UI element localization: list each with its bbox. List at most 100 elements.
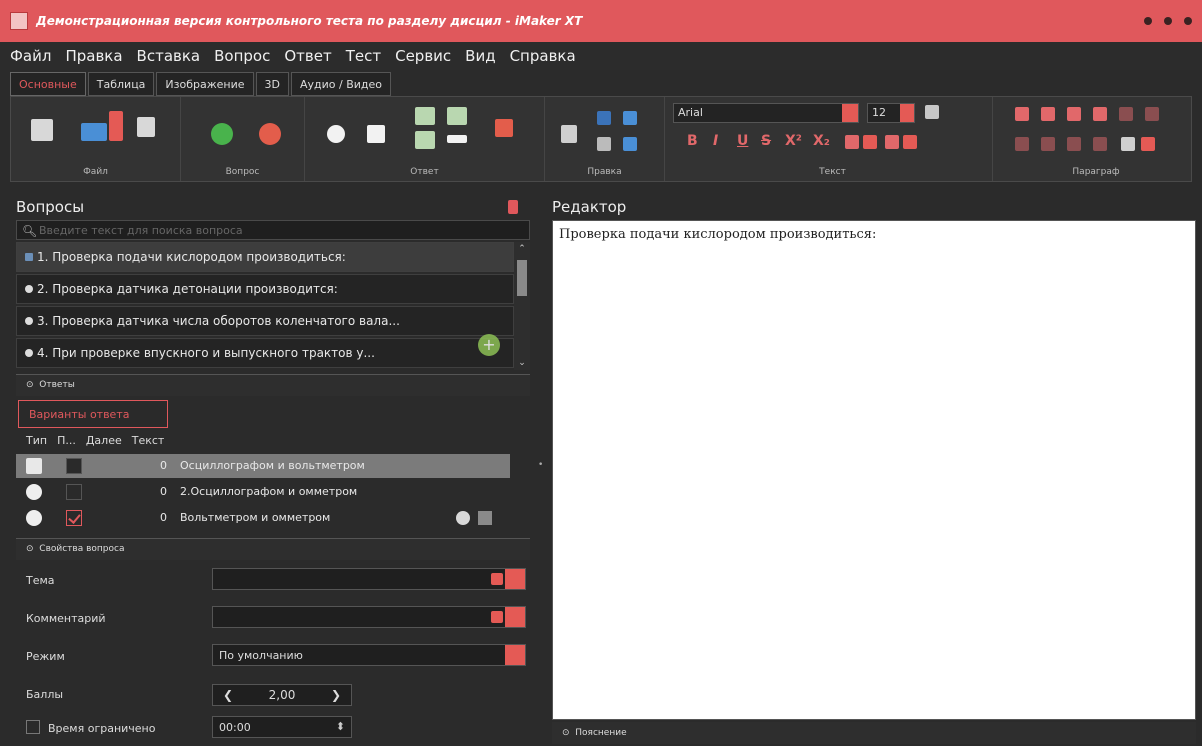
bulleted-list-icon[interactable] bbox=[1067, 107, 1081, 121]
chevron-down-icon[interactable] bbox=[505, 569, 525, 589]
answer-option-icon[interactable] bbox=[456, 511, 470, 525]
add-question-icon[interactable] bbox=[211, 123, 233, 145]
comment-field[interactable] bbox=[212, 606, 526, 628]
open-dropdown-icon[interactable] bbox=[109, 111, 123, 141]
clear-format-icon[interactable] bbox=[925, 105, 939, 119]
undo-icon[interactable] bbox=[623, 111, 637, 125]
delete-answer-icon[interactable] bbox=[495, 119, 513, 137]
question-item[interactable]: 4. При проверке впускного и выпускного т… bbox=[16, 338, 514, 368]
mode-select[interactable]: По умолчанию bbox=[212, 644, 526, 666]
tab-answer-options[interactable]: Варианты ответа bbox=[18, 400, 168, 428]
clear-icon[interactable] bbox=[491, 573, 503, 585]
tab-image[interactable]: Изображение bbox=[156, 72, 254, 96]
text-color-icon[interactable] bbox=[845, 135, 859, 149]
menu-edit[interactable]: Правка bbox=[65, 47, 122, 65]
editor-area[interactable]: Проверка подачи кислородом производиться… bbox=[552, 220, 1196, 720]
answer-row[interactable]: 0 Вольтметром и омметром bbox=[16, 506, 510, 530]
question-search-input[interactable]: 🔍︎ Введите текст для поиска вопроса bbox=[16, 220, 530, 240]
font-family-select[interactable]: Arial bbox=[673, 103, 859, 123]
menu-view[interactable]: Вид bbox=[465, 47, 495, 65]
font-size-select[interactable]: 12 bbox=[867, 103, 915, 123]
scroll-up-icon[interactable]: ⌃ bbox=[517, 244, 527, 254]
question-item[interactable]: 2. Проверка датчика детонации производит… bbox=[16, 274, 514, 304]
menu-insert[interactable]: Вставка bbox=[137, 47, 201, 65]
answer-correct-checkbox[interactable] bbox=[66, 510, 82, 526]
chevron-down-icon[interactable] bbox=[842, 104, 858, 122]
numbered-list-icon[interactable] bbox=[1093, 107, 1107, 121]
paragraph-dropdown-icon[interactable] bbox=[1141, 137, 1155, 151]
paste-icon[interactable] bbox=[561, 125, 577, 143]
tab-audio-video[interactable]: Аудио / Видео bbox=[291, 72, 392, 96]
italic-button[interactable]: I bbox=[713, 133, 718, 149]
underline-button[interactable]: U bbox=[737, 133, 748, 149]
align-justify-icon[interactable] bbox=[1093, 137, 1107, 151]
panel-menu-icon[interactable] bbox=[508, 200, 518, 214]
save-icon[interactable] bbox=[137, 117, 155, 137]
minimize-icon[interactable] bbox=[1144, 17, 1152, 25]
answer-correct-checkbox[interactable] bbox=[66, 458, 82, 474]
clear-icon[interactable] bbox=[491, 611, 503, 623]
highlight-icon[interactable] bbox=[885, 135, 899, 149]
menu-file[interactable]: Файл bbox=[10, 47, 51, 65]
splitter-handle[interactable]: • bbox=[538, 460, 543, 470]
chevron-down-icon[interactable] bbox=[505, 607, 525, 627]
strikethrough-button[interactable]: S bbox=[761, 133, 771, 149]
topic-field[interactable] bbox=[212, 568, 526, 590]
maximize-icon[interactable] bbox=[1164, 17, 1172, 25]
properties-section-header[interactable]: ⊙ Свойства вопроса bbox=[16, 538, 530, 560]
add-question-float-button[interactable]: + bbox=[478, 334, 500, 356]
ltr-icon[interactable] bbox=[1119, 107, 1133, 121]
cut-icon[interactable] bbox=[597, 111, 611, 125]
table-answer-icon[interactable] bbox=[415, 131, 435, 149]
subscript-button[interactable]: X₂ bbox=[813, 133, 830, 149]
time-limit-checkbox[interactable] bbox=[26, 720, 40, 734]
question-item[interactable]: 3. Проверка датчика числа оборотов колен… bbox=[16, 306, 514, 336]
tab-main[interactable]: Основные bbox=[10, 72, 86, 96]
multiple-choice-icon[interactable] bbox=[367, 125, 385, 143]
chevron-down-icon[interactable] bbox=[900, 104, 914, 122]
increment-icon[interactable]: ❯ bbox=[331, 688, 341, 702]
open-folder-icon[interactable] bbox=[81, 123, 107, 141]
close-icon[interactable] bbox=[1184, 17, 1192, 25]
rtl-icon[interactable] bbox=[1145, 107, 1159, 121]
question-list-scrollbar[interactable]: ⌃ ⌄ bbox=[514, 242, 530, 370]
answer-image-icon[interactable] bbox=[478, 511, 492, 525]
menu-help[interactable]: Справка bbox=[510, 47, 576, 65]
align-left-icon[interactable] bbox=[1015, 137, 1029, 151]
answer-row[interactable]: 0 2.Осциллографом и омметром bbox=[16, 480, 510, 504]
question-item[interactable]: 1. Проверка подачи кислородом производит… bbox=[16, 242, 514, 272]
align-center-icon[interactable] bbox=[1041, 137, 1055, 151]
menu-question[interactable]: Вопрос bbox=[214, 47, 270, 65]
redo-icon[interactable] bbox=[623, 137, 637, 151]
score-stepper[interactable]: ❮ 2,00 ❯ bbox=[212, 684, 352, 706]
answer-correct-checkbox[interactable] bbox=[66, 484, 82, 500]
remove-question-icon[interactable] bbox=[259, 123, 281, 145]
scroll-down-icon[interactable]: ⌄ bbox=[517, 358, 527, 368]
chevron-down-icon[interactable] bbox=[505, 645, 525, 665]
align-right-icon[interactable] bbox=[1067, 137, 1081, 151]
time-limit-input[interactable]: 00:00 ⬍ bbox=[212, 716, 352, 738]
spin-icon[interactable]: ⬍ bbox=[336, 720, 345, 733]
hint-section-header[interactable]: ⊙ Пояснение bbox=[552, 722, 1196, 744]
bold-button[interactable]: B bbox=[687, 133, 698, 149]
scrollbar-thumb[interactable] bbox=[517, 260, 527, 296]
menu-service[interactable]: Сервис bbox=[395, 47, 451, 65]
decrement-icon[interactable]: ❮ bbox=[223, 688, 233, 702]
ordering-icon[interactable] bbox=[447, 107, 467, 125]
tab-3d[interactable]: 3D bbox=[255, 72, 289, 96]
tab-table[interactable]: Таблица bbox=[87, 72, 155, 96]
answer-row[interactable]: 0 Осциллографом и вольтметром bbox=[16, 454, 510, 478]
increase-indent-icon[interactable] bbox=[1041, 107, 1055, 121]
new-file-icon[interactable] bbox=[31, 119, 53, 141]
paragraph-color-icon[interactable] bbox=[1121, 137, 1135, 151]
copy-icon[interactable] bbox=[597, 137, 611, 151]
text-color-dropdown-icon[interactable] bbox=[863, 135, 877, 149]
text-input-icon[interactable] bbox=[447, 135, 467, 143]
superscript-button[interactable]: X² bbox=[785, 133, 802, 149]
matching-icon[interactable] bbox=[415, 107, 435, 125]
decrease-indent-icon[interactable] bbox=[1015, 107, 1029, 121]
highlight-dropdown-icon[interactable] bbox=[903, 135, 917, 149]
answers-section-header[interactable]: ⊙ Ответы bbox=[16, 374, 530, 396]
single-choice-icon[interactable] bbox=[327, 125, 345, 143]
menu-answer[interactable]: Ответ bbox=[284, 47, 331, 65]
